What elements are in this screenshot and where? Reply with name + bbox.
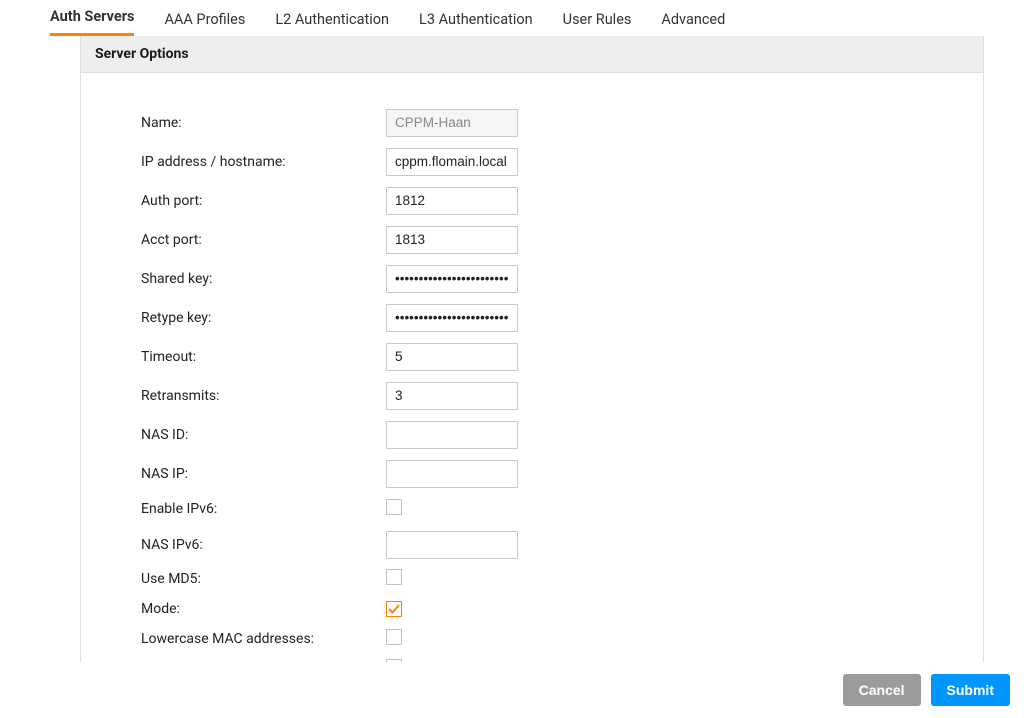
retype-key-field[interactable]	[386, 304, 518, 332]
name-label: Name:	[141, 115, 386, 131]
timeout-label: Timeout:	[141, 349, 386, 365]
lowercase-mac-checkbox[interactable]	[386, 629, 402, 645]
auth-port-label: Auth port:	[141, 193, 386, 209]
form-footer: Cancel Submit	[843, 674, 1010, 706]
nas-ip-label: NAS IP:	[141, 466, 386, 482]
mode-checkbox[interactable]	[386, 601, 402, 617]
name-field	[386, 109, 518, 137]
tab-advanced[interactable]: Advanced	[661, 11, 725, 36]
server-options-form: Name: IP address / hostname: Auth port: …	[81, 73, 983, 662]
config-tabs: Auth Servers AAA Profiles L2 Authenticat…	[0, 4, 1024, 36]
submit-button[interactable]: Submit	[931, 674, 1010, 706]
panel-title: Server Options	[81, 36, 983, 73]
use-md5-checkbox[interactable]	[386, 569, 402, 585]
retransmits-label: Retransmits:	[141, 388, 386, 404]
cancel-button[interactable]: Cancel	[843, 674, 921, 706]
tab-l2-auth[interactable]: L2 Authentication	[275, 11, 389, 36]
timeout-field[interactable]	[386, 343, 518, 371]
enable-ipv6-checkbox[interactable]	[386, 499, 402, 515]
nas-ip-field[interactable]	[386, 460, 518, 488]
retype-key-label: Retype key:	[141, 310, 386, 326]
nas-ipv6-field[interactable]	[386, 531, 518, 559]
retransmits-field[interactable]	[386, 382, 518, 410]
use-ip-cid-checkbox[interactable]	[386, 659, 402, 662]
nas-id-label: NAS ID:	[141, 427, 386, 443]
shared-key-label: Shared key:	[141, 271, 386, 287]
nas-ipv6-label: NAS IPv6:	[141, 537, 386, 553]
shared-key-field[interactable]	[386, 265, 518, 293]
lowercase-mac-label: Lowercase MAC addresses:	[141, 631, 386, 647]
tab-aaa-profiles[interactable]: AAA Profiles	[164, 11, 245, 36]
auth-port-field[interactable]	[386, 187, 518, 215]
acct-port-field[interactable]	[386, 226, 518, 254]
tab-user-rules[interactable]: User Rules	[563, 11, 632, 36]
server-options-panel: Server Options Name: IP address / hostna…	[80, 36, 984, 662]
use-ip-cid-label: Use IP address for calling station ID:	[141, 661, 411, 662]
hostname-label: IP address / hostname:	[141, 154, 386, 170]
tab-l3-auth[interactable]: L3 Authentication	[419, 11, 533, 36]
acct-port-label: Acct port:	[141, 232, 386, 248]
use-md5-label: Use MD5:	[141, 571, 386, 587]
tab-auth-servers[interactable]: Auth Servers	[50, 8, 134, 36]
enable-ipv6-label: Enable IPv6:	[141, 501, 386, 517]
mode-label: Mode:	[141, 601, 386, 617]
nas-id-field[interactable]	[386, 421, 518, 449]
hostname-field[interactable]	[386, 148, 518, 176]
